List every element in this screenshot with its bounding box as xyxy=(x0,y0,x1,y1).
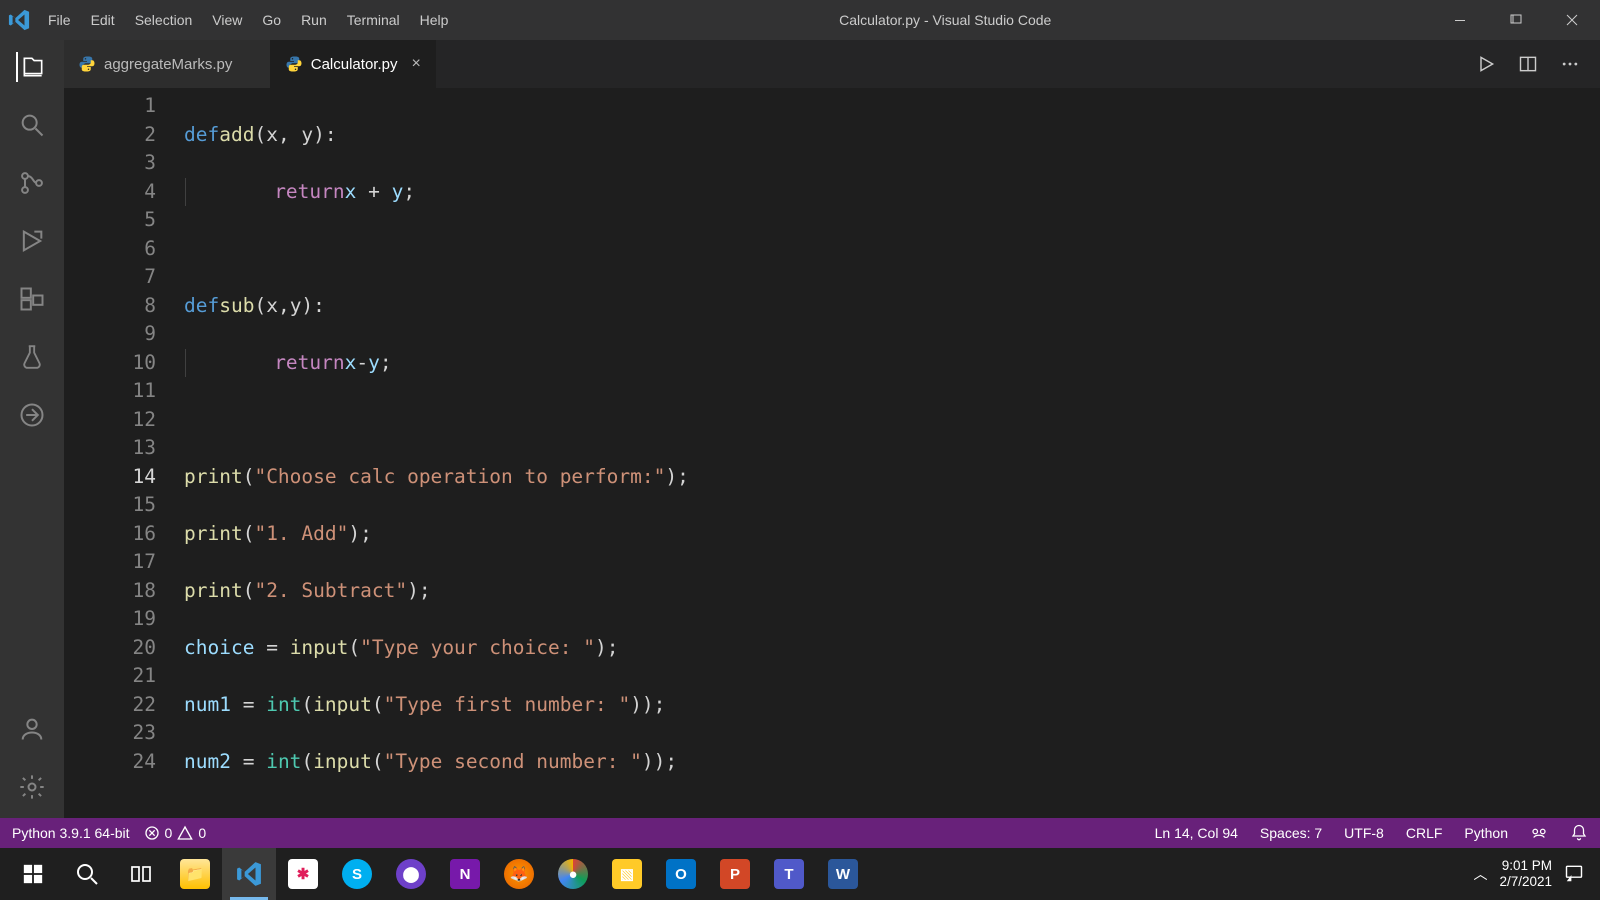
window-title: Calculator.py - Visual Studio Code xyxy=(458,12,1432,28)
search-icon[interactable] xyxy=(17,110,47,140)
menu-help[interactable]: Help xyxy=(410,0,459,40)
split-editor-icon[interactable] xyxy=(1518,54,1538,74)
menu-view[interactable]: View xyxy=(202,0,252,40)
start-button[interactable] xyxy=(6,848,60,900)
feedback-icon[interactable] xyxy=(1530,824,1548,842)
more-actions-icon[interactable] xyxy=(1560,54,1580,74)
clock[interactable]: 9:01 PM 2/7/2021 xyxy=(1499,858,1552,890)
vscode-logo-icon xyxy=(0,9,38,31)
menu-go[interactable]: Go xyxy=(252,0,291,40)
sticky-notes-icon[interactable]: ▧ xyxy=(600,848,654,900)
close-icon[interactable]: × xyxy=(411,55,420,73)
slack-icon[interactable]: ✱ xyxy=(276,848,330,900)
explorer-icon[interactable] xyxy=(16,52,46,82)
firefox-icon[interactable]: 🦊 xyxy=(492,848,546,900)
editor-actions xyxy=(1476,40,1600,88)
tab-label: aggregateMarks.py xyxy=(104,56,232,73)
activity-bar xyxy=(0,40,64,818)
word-icon[interactable]: W xyxy=(816,848,870,900)
python-interpreter[interactable]: Python 3.9.1 64-bit xyxy=(12,825,130,841)
github-icon[interactable]: ⬤ xyxy=(384,848,438,900)
eol[interactable]: CRLF xyxy=(1406,825,1443,841)
action-center-icon[interactable] xyxy=(1564,863,1584,886)
accounts-icon[interactable] xyxy=(17,714,47,744)
liveshare-icon[interactable] xyxy=(17,400,47,430)
vscode-taskbar-icon[interactable] xyxy=(222,848,276,900)
cursor-position[interactable]: Ln 14, Col 94 xyxy=(1155,825,1238,841)
task-view-icon[interactable] xyxy=(114,848,168,900)
status-bar: Python 3.9.1 64-bit 0 0 Ln 14, Col 94 Sp… xyxy=(0,818,1600,848)
editor-tabs: aggregateMarks.py × Calculator.py × xyxy=(64,40,1600,88)
notifications-icon[interactable] xyxy=(1570,824,1588,842)
debug-icon[interactable] xyxy=(17,226,47,256)
title-bar: File Edit Selection View Go Run Terminal… xyxy=(0,0,1600,40)
editor-group: aggregateMarks.py × Calculator.py × 1234… xyxy=(64,40,1600,818)
tab-calculator[interactable]: Calculator.py × xyxy=(271,40,436,88)
maximize-button[interactable] xyxy=(1488,0,1544,40)
skype-icon[interactable]: S xyxy=(330,848,384,900)
menu-terminal[interactable]: Terminal xyxy=(337,0,410,40)
powerpoint-icon[interactable]: P xyxy=(708,848,762,900)
teams-icon[interactable]: T xyxy=(762,848,816,900)
window-controls xyxy=(1432,0,1600,40)
menu-edit[interactable]: Edit xyxy=(81,0,125,40)
code-editor[interactable]: 123456789101112131415161718192021222324 … xyxy=(64,88,1600,818)
menu-selection[interactable]: Selection xyxy=(125,0,203,40)
close-button[interactable] xyxy=(1544,0,1600,40)
line-number-gutter: 123456789101112131415161718192021222324 xyxy=(64,88,184,818)
run-icon[interactable] xyxy=(1476,54,1496,74)
windows-taskbar: 📁 ✱ S ⬤ N 🦊 ● ▧ O P T W ︿ 9:01 PM 2/7/20… xyxy=(0,848,1600,900)
taskbar-search-icon[interactable] xyxy=(60,848,114,900)
language-mode[interactable]: Python xyxy=(1464,825,1508,841)
encoding[interactable]: UTF-8 xyxy=(1344,825,1384,841)
system-tray: ︿ 9:01 PM 2/7/2021 xyxy=(1473,858,1594,890)
extensions-icon[interactable] xyxy=(17,284,47,314)
menu-bar: File Edit Selection View Go Run Terminal… xyxy=(38,0,458,40)
python-file-icon xyxy=(285,55,303,73)
testing-icon[interactable] xyxy=(17,342,47,372)
menu-file[interactable]: File xyxy=(38,0,81,40)
indentation[interactable]: Spaces: 7 xyxy=(1260,825,1322,841)
problems-errors[interactable]: 0 0 xyxy=(144,825,207,841)
tab-aggregatemarks[interactable]: aggregateMarks.py × xyxy=(64,40,271,88)
code-content[interactable]: def add(x, y): return x + y; def sub(x,y… xyxy=(184,88,1582,818)
minimap[interactable] xyxy=(1582,88,1600,818)
minimize-button[interactable] xyxy=(1432,0,1488,40)
onenote-icon[interactable]: N xyxy=(438,848,492,900)
file-explorer-icon[interactable]: 📁 xyxy=(168,848,222,900)
settings-gear-icon[interactable] xyxy=(17,772,47,802)
outlook-icon[interactable]: O xyxy=(654,848,708,900)
tray-chevron-icon[interactable]: ︿ xyxy=(1473,864,1487,884)
menu-run[interactable]: Run xyxy=(291,0,337,40)
main-area: aggregateMarks.py × Calculator.py × 1234… xyxy=(0,40,1600,818)
tab-label: Calculator.py xyxy=(311,56,398,73)
python-file-icon xyxy=(78,55,96,73)
scm-icon[interactable] xyxy=(17,168,47,198)
chrome-icon[interactable]: ● xyxy=(546,848,600,900)
